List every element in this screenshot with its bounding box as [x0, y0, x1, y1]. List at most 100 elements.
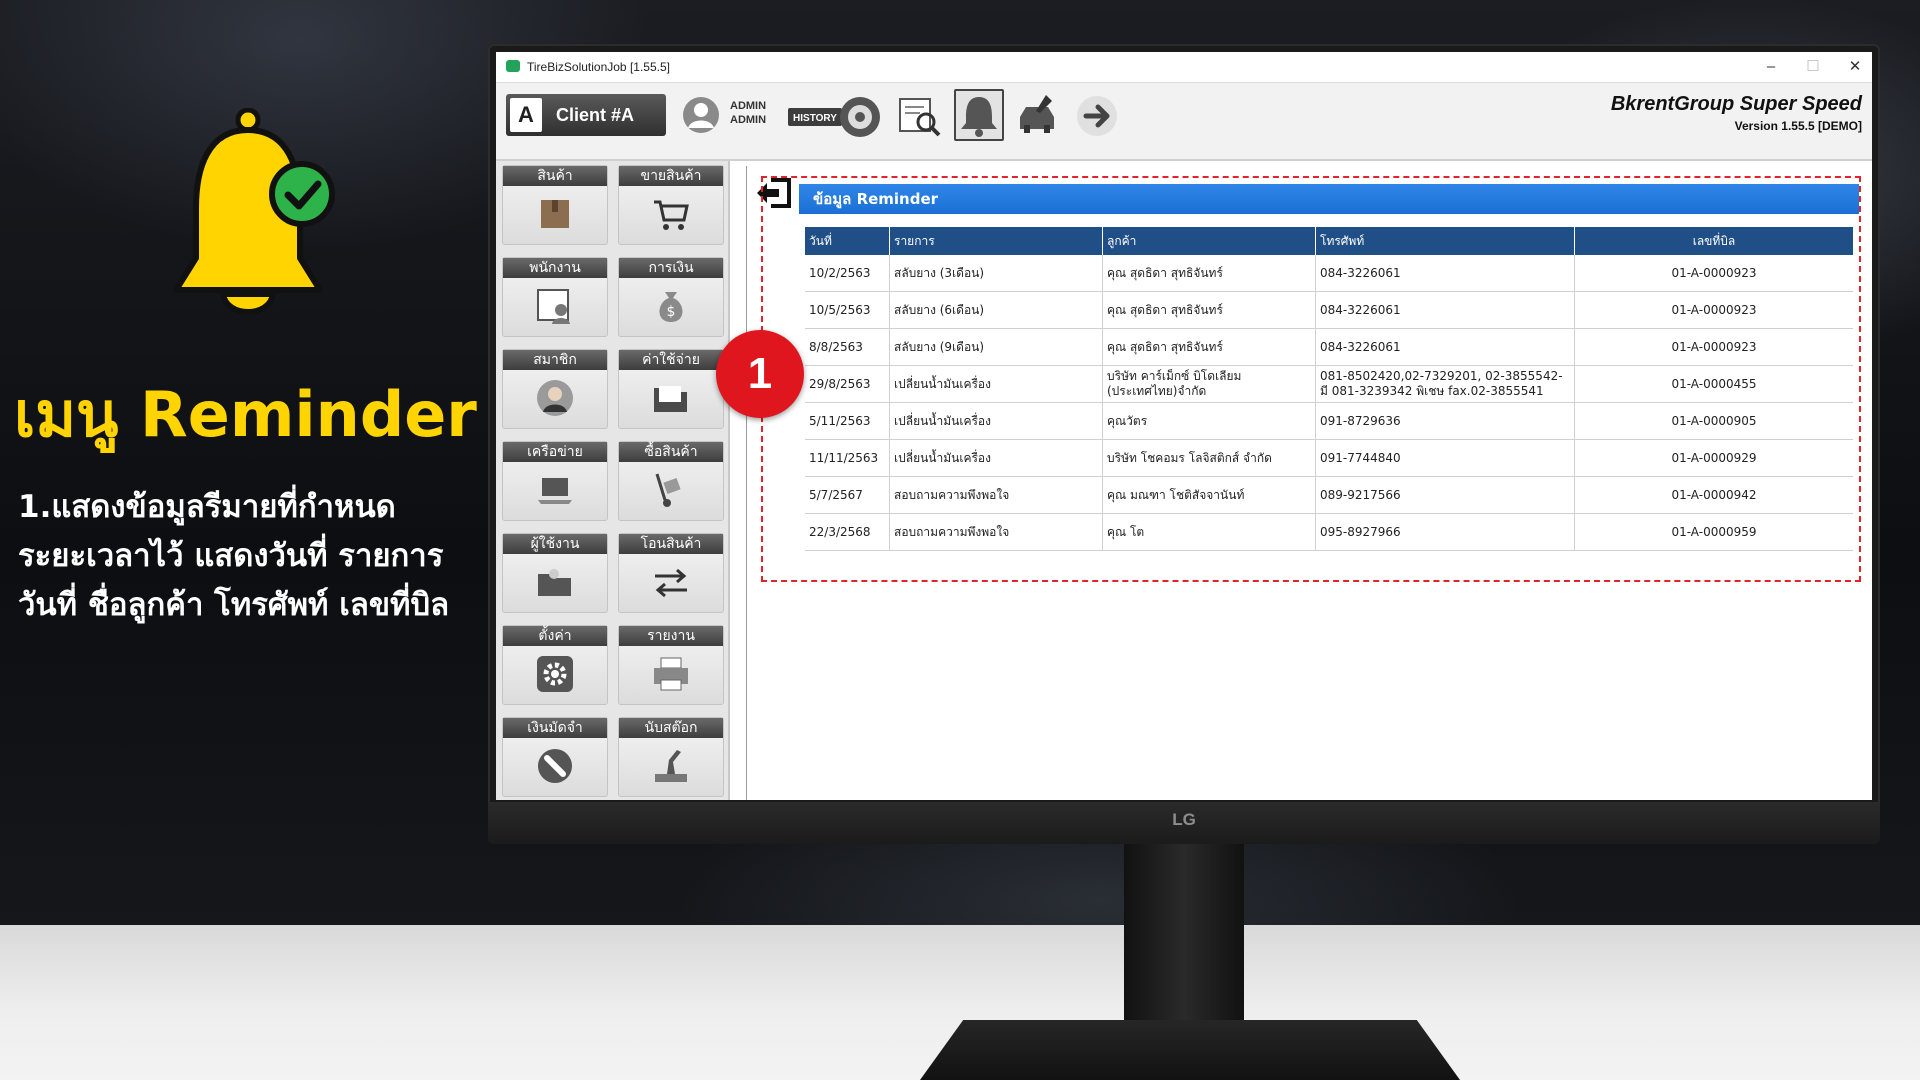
column-header-phone[interactable]: โทรศัพท์: [1315, 227, 1575, 255]
step-badge: 1: [716, 330, 804, 418]
laptop-icon: [538, 478, 572, 504]
promo-title: เมนู Reminder: [14, 378, 477, 451]
history-wheel-icon: HISTORY: [788, 97, 880, 137]
search-document-icon[interactable]: [896, 93, 942, 139]
menu-label: สมาชิก: [503, 350, 607, 370]
column-header-item[interactable]: รายการ: [889, 227, 1103, 255]
window-titlebar: TireBizSolutionJob [1.55.5] – ☐ ✕: [496, 52, 1872, 83]
cell-bill: 01-A-0000455: [1574, 365, 1853, 403]
minimize-button[interactable]: –: [1754, 56, 1788, 78]
employee-icon: [537, 289, 570, 324]
menu-transfer[interactable]: โอนสินค้า: [618, 533, 724, 613]
cell-phone: 084-3226061: [1315, 255, 1575, 292]
cell-phone: 081-8502420,02-7329201, 02-3855542-มี 08…: [1315, 365, 1575, 403]
cell-item: สอบถามความพึงพอใจ: [889, 513, 1103, 551]
table-row[interactable]: 8/8/2563 สลับยาง (9เดือน) คุณ สุดธิดา สุทธ…: [805, 328, 1853, 366]
brand-version: Version 1.55.5 [DEMO]: [1734, 119, 1862, 133]
close-button[interactable]: ✕: [1838, 56, 1872, 78]
menu-label: นับสต๊อก: [619, 718, 723, 738]
hand-truck-icon: [655, 473, 681, 507]
cell-bill: 01-A-0000942: [1574, 476, 1853, 514]
cell-phone: 084-3226061: [1315, 291, 1575, 329]
cell-item: สลับยาง (3เดือน): [889, 255, 1103, 292]
menu-deposit[interactable]: เงินมัดจำ: [502, 717, 608, 797]
column-header-bill[interactable]: เลขที่บิล: [1574, 227, 1853, 255]
menu-employees[interactable]: พนักงาน: [502, 257, 608, 337]
cell-date: 10/5/2563: [805, 291, 890, 329]
cell-date: 22/3/2568: [805, 513, 890, 551]
menu-products[interactable]: สินค้า: [502, 165, 608, 245]
table-row[interactable]: 5/7/2567 สอบถามความพึงพอใจ คุณ มณฑา โชติสั…: [805, 476, 1853, 514]
admin-label: ADMIN ADMIN: [730, 99, 766, 127]
menu-members[interactable]: สมาชิก: [502, 349, 608, 429]
cell-bill: 01-A-0000923: [1574, 328, 1853, 366]
gear-icon: [537, 656, 573, 692]
menu-stock-count[interactable]: นับสต๊อก: [618, 717, 724, 797]
cell-item: เปลี่ยนน้ำมันเครื่อง: [889, 402, 1103, 440]
deposit-icon: [538, 749, 572, 783]
menu-purchase[interactable]: ซื้อสินค้า: [618, 441, 724, 521]
panel-title: ข้อมูล Reminder: [799, 184, 1859, 214]
transfer-icon: [655, 568, 687, 598]
table-row[interactable]: 5/11/2563 เปลี่ยนน้ำมันเครื่อง คุณวัตร 091-…: [805, 402, 1853, 440]
menu-label: โอนสินค้า: [619, 534, 723, 554]
cell-customer: คุณ สุดธิดา สุทธิจันทร์: [1102, 328, 1316, 366]
monitor-base: [920, 1020, 1460, 1080]
car-service-icon[interactable]: [1016, 93, 1062, 139]
admin-line: ADMIN: [730, 100, 767, 112]
cell-item: สอบถามความพึงพอใจ: [889, 476, 1103, 514]
column-header-customer[interactable]: ลูกค้า: [1102, 227, 1316, 255]
table-row[interactable]: 10/2/2563 สลับยาง (3เดือน) คุณ สุดธิดา สุท…: [805, 255, 1853, 292]
cart-icon: [654, 200, 689, 230]
menu-finance[interactable]: การเงิน $: [618, 257, 724, 337]
lg-logo: LG: [1172, 810, 1196, 829]
menu-label: ตั้งค่า: [503, 626, 607, 646]
table-row[interactable]: 10/5/2563 สลับยาง (6เดือน) คุณ สุดธิดา สุท…: [805, 291, 1853, 329]
menu-expenses[interactable]: ค่าใช้จ่าย: [618, 349, 724, 429]
cell-customer: คุณ สุดธิดา สุทธิจันทร์: [1102, 291, 1316, 329]
monitor-stand: [1124, 840, 1244, 1050]
money-bag-icon: $: [659, 292, 683, 322]
cell-customer: บริษัท คาร์เม็กซ์ บิโดเลียม (ประเทศไทย)จ…: [1102, 365, 1316, 403]
reminder-button[interactable]: [954, 89, 1004, 141]
table-row[interactable]: 22/3/2568 สอบถามความพึงพอใจ คุณ โต 095-8927…: [805, 513, 1853, 551]
column-header-date[interactable]: วันที่: [805, 227, 890, 255]
cell-date: 5/7/2567: [805, 476, 890, 514]
menu-sell[interactable]: ขายสินค้า: [618, 165, 724, 245]
menu-users[interactable]: ผู้ใช้งาน: [502, 533, 608, 613]
app-icon: [506, 60, 520, 72]
client-letter: A: [510, 98, 542, 132]
cell-phone: 095-8927966: [1315, 513, 1575, 551]
cell-bill: 01-A-0000923: [1574, 291, 1853, 329]
menu-network[interactable]: เครือข่าย: [502, 441, 608, 521]
app-window: TireBizSolutionJob [1.55.5] – ☐ ✕ A Clie…: [496, 52, 1872, 800]
client-button[interactable]: A Client #A: [506, 94, 666, 136]
history-label: HISTORY: [793, 113, 837, 124]
user-avatar-icon[interactable]: [682, 96, 720, 134]
history-button[interactable]: HISTORY: [788, 94, 884, 140]
promo-line: 1.แสดงข้อมูลรีมายที่กำหนด: [18, 489, 396, 525]
cell-customer: คุณ โต: [1102, 513, 1316, 551]
cell-bill: 01-A-0000929: [1574, 439, 1853, 477]
table-row[interactable]: 29/8/2563 เปลี่ยนน้ำมันเครื่อง บริษัท คาร์…: [805, 365, 1853, 403]
reminder-panel: ข้อมูล Reminder วันที่ รายการ ลูกค้า โทร…: [746, 166, 1863, 800]
menu-label: ขายสินค้า: [619, 166, 723, 186]
maximize-button[interactable]: ☐: [1796, 56, 1830, 78]
table-row[interactable]: 11/11/2563 เปลี่ยนน้ำมันเครื่อง บริษัท โชค…: [805, 439, 1853, 477]
toolbar: A Client #A ADMIN ADMIN HISTORY BkrentGr…: [496, 83, 1872, 161]
sidebar: สินค้า ขายสินค้า พนักงาน การเงิน $ สมาชิ…: [496, 161, 730, 800]
cell-date: 10/2/2563: [805, 255, 890, 292]
cell-phone: 091-7744840: [1315, 439, 1575, 477]
admin-line: ADMIN: [730, 114, 767, 126]
back-exit-icon[interactable]: [755, 176, 795, 210]
brand-block: BkrentGroup Super Speed Version 1.55.5 […: [1611, 93, 1862, 133]
menu-label: เงินมัดจำ: [503, 718, 607, 738]
menu-label: รายงาน: [619, 626, 723, 646]
menu-settings[interactable]: ตั้งค่า: [502, 625, 608, 705]
cell-bill: 01-A-0000959: [1574, 513, 1853, 551]
next-arrow-icon[interactable]: [1074, 93, 1120, 139]
menu-reports[interactable]: รายงาน: [618, 625, 724, 705]
cell-customer: คุณ มณฑา โชติสัจจานันท์: [1102, 476, 1316, 514]
cell-phone: 091-8729636: [1315, 402, 1575, 440]
cell-item: เปลี่ยนน้ำมันเครื่อง: [889, 365, 1103, 403]
